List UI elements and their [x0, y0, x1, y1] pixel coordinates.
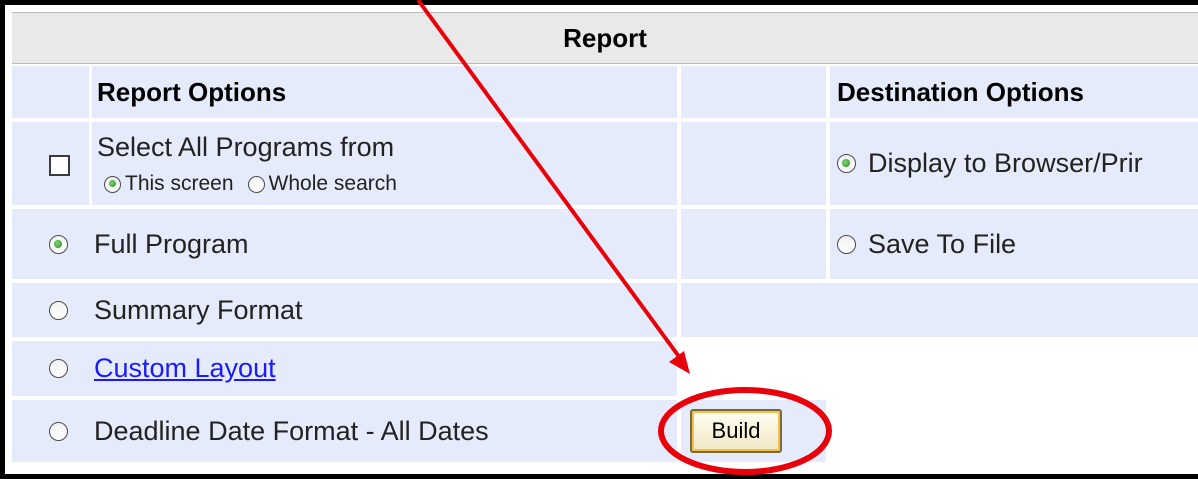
annotation-overlay [416, 0, 832, 475]
annotation-arrow-head [669, 351, 690, 374]
annotation-arrow-line [416, 0, 682, 360]
annotation-circle [658, 387, 832, 475]
